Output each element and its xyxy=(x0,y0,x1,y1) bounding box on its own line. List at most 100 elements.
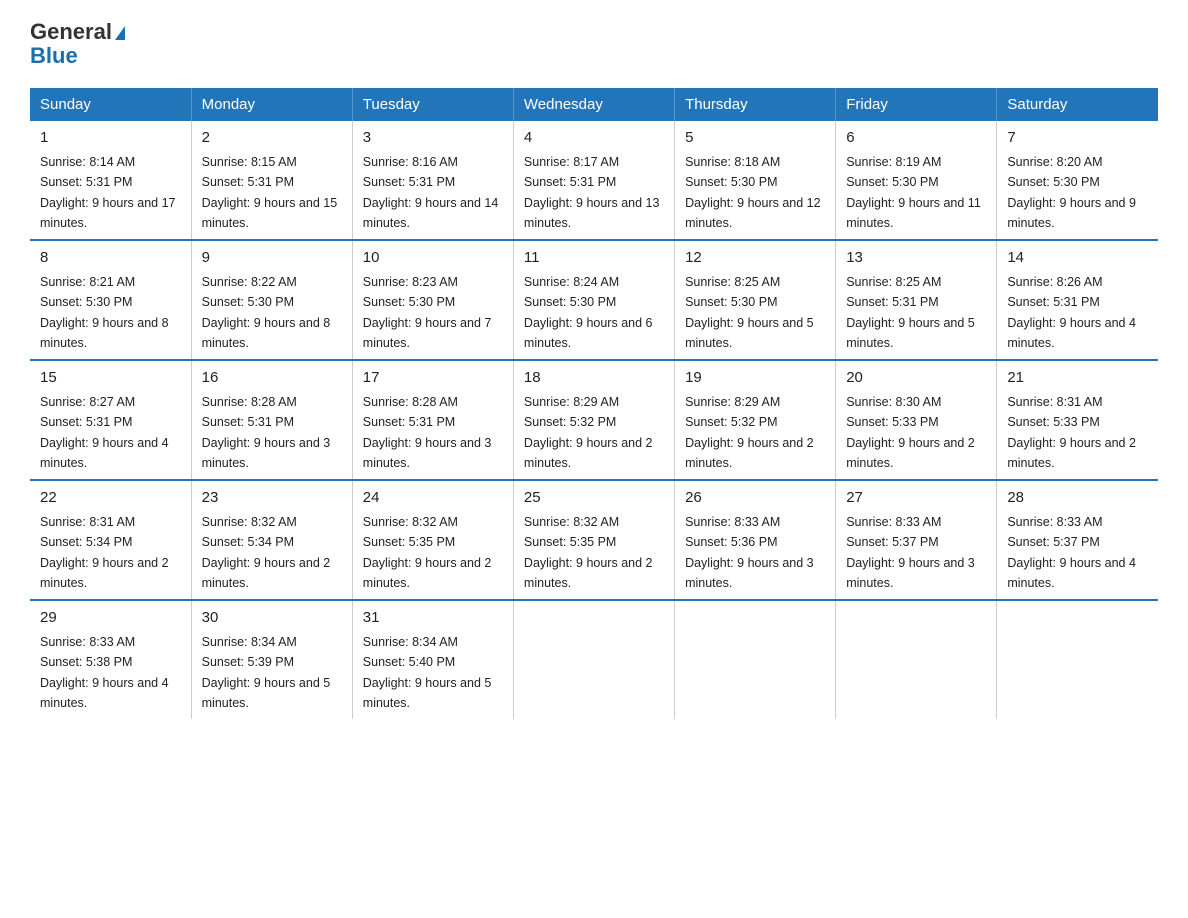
day-info: Sunrise: 8:30 AMSunset: 5:33 PMDaylight:… xyxy=(846,395,975,470)
day-number: 8 xyxy=(40,247,181,270)
day-info: Sunrise: 8:15 AMSunset: 5:31 PMDaylight:… xyxy=(202,155,338,230)
calendar-cell: 1 Sunrise: 8:14 AMSunset: 5:31 PMDayligh… xyxy=(30,121,191,240)
calendar-cell: 21 Sunrise: 8:31 AMSunset: 5:33 PMDaylig… xyxy=(997,360,1158,480)
calendar-cell: 24 Sunrise: 8:32 AMSunset: 5:35 PMDaylig… xyxy=(352,480,513,600)
day-number: 2 xyxy=(202,127,342,150)
day-info: Sunrise: 8:24 AMSunset: 5:30 PMDaylight:… xyxy=(524,275,653,350)
col-friday: Friday xyxy=(836,88,997,121)
day-info: Sunrise: 8:23 AMSunset: 5:30 PMDaylight:… xyxy=(363,275,492,350)
day-info: Sunrise: 8:34 AMSunset: 5:39 PMDaylight:… xyxy=(202,635,331,710)
calendar-cell xyxy=(513,600,674,719)
day-number: 6 xyxy=(846,127,986,150)
calendar-cell: 4 Sunrise: 8:17 AMSunset: 5:31 PMDayligh… xyxy=(513,121,674,240)
calendar-cell: 13 Sunrise: 8:25 AMSunset: 5:31 PMDaylig… xyxy=(836,240,997,360)
day-number: 18 xyxy=(524,367,664,390)
col-monday: Monday xyxy=(191,88,352,121)
day-info: Sunrise: 8:17 AMSunset: 5:31 PMDaylight:… xyxy=(524,155,660,230)
day-number: 26 xyxy=(685,487,825,510)
day-number: 30 xyxy=(202,607,342,630)
day-number: 21 xyxy=(1007,367,1148,390)
day-info: Sunrise: 8:22 AMSunset: 5:30 PMDaylight:… xyxy=(202,275,331,350)
day-info: Sunrise: 8:33 AMSunset: 5:37 PMDaylight:… xyxy=(1007,515,1136,590)
calendar-cell: 27 Sunrise: 8:33 AMSunset: 5:37 PMDaylig… xyxy=(836,480,997,600)
day-info: Sunrise: 8:33 AMSunset: 5:37 PMDaylight:… xyxy=(846,515,975,590)
day-info: Sunrise: 8:32 AMSunset: 5:34 PMDaylight:… xyxy=(202,515,331,590)
day-info: Sunrise: 8:28 AMSunset: 5:31 PMDaylight:… xyxy=(363,395,492,470)
day-number: 11 xyxy=(524,247,664,270)
calendar-cell: 15 Sunrise: 8:27 AMSunset: 5:31 PMDaylig… xyxy=(30,360,191,480)
day-info: Sunrise: 8:26 AMSunset: 5:31 PMDaylight:… xyxy=(1007,275,1136,350)
day-info: Sunrise: 8:34 AMSunset: 5:40 PMDaylight:… xyxy=(363,635,492,710)
calendar-cell xyxy=(675,600,836,719)
day-number: 1 xyxy=(40,127,181,150)
calendar-cell: 12 Sunrise: 8:25 AMSunset: 5:30 PMDaylig… xyxy=(675,240,836,360)
day-info: Sunrise: 8:25 AMSunset: 5:30 PMDaylight:… xyxy=(685,275,814,350)
day-info: Sunrise: 8:19 AMSunset: 5:30 PMDaylight:… xyxy=(846,155,981,230)
calendar-cell: 14 Sunrise: 8:26 AMSunset: 5:31 PMDaylig… xyxy=(997,240,1158,360)
calendar-cell: 7 Sunrise: 8:20 AMSunset: 5:30 PMDayligh… xyxy=(997,121,1158,240)
day-info: Sunrise: 8:29 AMSunset: 5:32 PMDaylight:… xyxy=(685,395,814,470)
day-number: 17 xyxy=(363,367,503,390)
col-wednesday: Wednesday xyxy=(513,88,674,121)
day-info: Sunrise: 8:20 AMSunset: 5:30 PMDaylight:… xyxy=(1007,155,1136,230)
calendar-table: Sunday Monday Tuesday Wednesday Thursday… xyxy=(30,88,1158,719)
day-number: 22 xyxy=(40,487,181,510)
day-info: Sunrise: 8:29 AMSunset: 5:32 PMDaylight:… xyxy=(524,395,653,470)
calendar-cell: 2 Sunrise: 8:15 AMSunset: 5:31 PMDayligh… xyxy=(191,121,352,240)
day-info: Sunrise: 8:33 AMSunset: 5:36 PMDaylight:… xyxy=(685,515,814,590)
calendar-week-row: 29 Sunrise: 8:33 AMSunset: 5:38 PMDaylig… xyxy=(30,600,1158,719)
day-number: 23 xyxy=(202,487,342,510)
day-number: 5 xyxy=(685,127,825,150)
day-number: 9 xyxy=(202,247,342,270)
calendar-cell: 3 Sunrise: 8:16 AMSunset: 5:31 PMDayligh… xyxy=(352,121,513,240)
day-number: 20 xyxy=(846,367,986,390)
day-info: Sunrise: 8:14 AMSunset: 5:31 PMDaylight:… xyxy=(40,155,176,230)
calendar-cell: 25 Sunrise: 8:32 AMSunset: 5:35 PMDaylig… xyxy=(513,480,674,600)
day-number: 3 xyxy=(363,127,503,150)
calendar-cell: 10 Sunrise: 8:23 AMSunset: 5:30 PMDaylig… xyxy=(352,240,513,360)
day-number: 4 xyxy=(524,127,664,150)
logo: General Blue xyxy=(30,20,125,68)
calendar-cell: 28 Sunrise: 8:33 AMSunset: 5:37 PMDaylig… xyxy=(997,480,1158,600)
calendar-week-row: 1 Sunrise: 8:14 AMSunset: 5:31 PMDayligh… xyxy=(30,121,1158,240)
day-number: 7 xyxy=(1007,127,1148,150)
calendar-cell: 17 Sunrise: 8:28 AMSunset: 5:31 PMDaylig… xyxy=(352,360,513,480)
calendar-header-row: Sunday Monday Tuesday Wednesday Thursday… xyxy=(30,88,1158,121)
col-sunday: Sunday xyxy=(30,88,191,121)
day-info: Sunrise: 8:21 AMSunset: 5:30 PMDaylight:… xyxy=(40,275,169,350)
calendar-week-row: 22 Sunrise: 8:31 AMSunset: 5:34 PMDaylig… xyxy=(30,480,1158,600)
day-info: Sunrise: 8:16 AMSunset: 5:31 PMDaylight:… xyxy=(363,155,499,230)
day-info: Sunrise: 8:32 AMSunset: 5:35 PMDaylight:… xyxy=(524,515,653,590)
day-number: 16 xyxy=(202,367,342,390)
calendar-cell xyxy=(997,600,1158,719)
calendar-cell: 20 Sunrise: 8:30 AMSunset: 5:33 PMDaylig… xyxy=(836,360,997,480)
calendar-week-row: 15 Sunrise: 8:27 AMSunset: 5:31 PMDaylig… xyxy=(30,360,1158,480)
col-tuesday: Tuesday xyxy=(352,88,513,121)
day-info: Sunrise: 8:27 AMSunset: 5:31 PMDaylight:… xyxy=(40,395,169,470)
calendar-cell: 6 Sunrise: 8:19 AMSunset: 5:30 PMDayligh… xyxy=(836,121,997,240)
calendar-cell: 11 Sunrise: 8:24 AMSunset: 5:30 PMDaylig… xyxy=(513,240,674,360)
day-info: Sunrise: 8:25 AMSunset: 5:31 PMDaylight:… xyxy=(846,275,975,350)
day-number: 31 xyxy=(363,607,503,630)
day-info: Sunrise: 8:28 AMSunset: 5:31 PMDaylight:… xyxy=(202,395,331,470)
calendar-cell: 18 Sunrise: 8:29 AMSunset: 5:32 PMDaylig… xyxy=(513,360,674,480)
calendar-cell: 23 Sunrise: 8:32 AMSunset: 5:34 PMDaylig… xyxy=(191,480,352,600)
calendar-cell: 26 Sunrise: 8:33 AMSunset: 5:36 PMDaylig… xyxy=(675,480,836,600)
logo-general-text: General xyxy=(30,19,112,44)
calendar-week-row: 8 Sunrise: 8:21 AMSunset: 5:30 PMDayligh… xyxy=(30,240,1158,360)
calendar-cell: 16 Sunrise: 8:28 AMSunset: 5:31 PMDaylig… xyxy=(191,360,352,480)
calendar-cell: 31 Sunrise: 8:34 AMSunset: 5:40 PMDaylig… xyxy=(352,600,513,719)
calendar-cell: 30 Sunrise: 8:34 AMSunset: 5:39 PMDaylig… xyxy=(191,600,352,719)
logo-triangle-icon xyxy=(115,26,125,40)
day-number: 28 xyxy=(1007,487,1148,510)
day-number: 24 xyxy=(363,487,503,510)
day-number: 10 xyxy=(363,247,503,270)
day-number: 15 xyxy=(40,367,181,390)
calendar-cell: 9 Sunrise: 8:22 AMSunset: 5:30 PMDayligh… xyxy=(191,240,352,360)
col-thursday: Thursday xyxy=(675,88,836,121)
day-info: Sunrise: 8:32 AMSunset: 5:35 PMDaylight:… xyxy=(363,515,492,590)
day-info: Sunrise: 8:33 AMSunset: 5:38 PMDaylight:… xyxy=(40,635,169,710)
day-number: 25 xyxy=(524,487,664,510)
page-header: General Blue xyxy=(30,20,1158,68)
day-number: 19 xyxy=(685,367,825,390)
